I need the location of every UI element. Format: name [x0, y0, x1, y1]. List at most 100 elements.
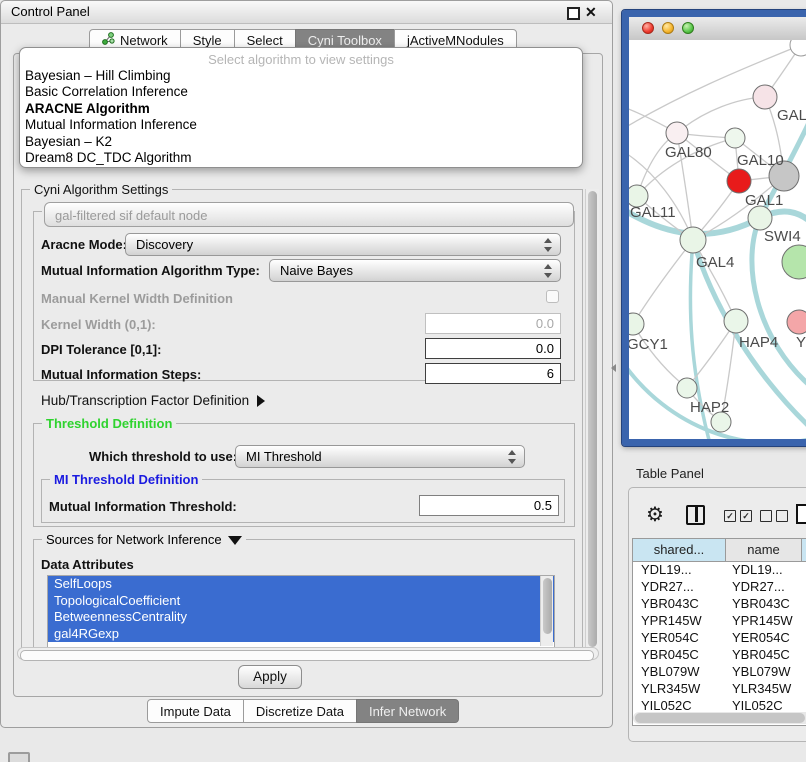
- table-hscroll-thumb[interactable]: [635, 713, 805, 723]
- settings-hscroll-thumb[interactable]: [20, 650, 594, 661]
- table-row[interactable]: YPR145W YPR145W 9.: [633, 612, 806, 629]
- mi-steps-field[interactable]: 6: [425, 363, 561, 384]
- node-gal4[interactable]: [680, 227, 706, 253]
- control-panel-title: Control Panel: [11, 1, 90, 23]
- table-row[interactable]: YBL079W YBL079W: [633, 663, 806, 680]
- column-header-shared-name[interactable]: shared...: [633, 539, 726, 561]
- table-rows: YDL19... YDL19... 13 YDR27... YDR27... 1…: [633, 561, 806, 713]
- network-window-titlebar: [629, 17, 806, 41]
- zoom-traffic-light[interactable]: [682, 22, 694, 34]
- table-row[interactable]: YBR043C YBR043C: [633, 595, 806, 612]
- document-icon[interactable]: [796, 504, 806, 524]
- node-hap2[interactable]: [677, 378, 697, 398]
- tab-infer-network[interactable]: Infer Network: [356, 699, 459, 723]
- node-gal10[interactable]: [725, 128, 745, 148]
- node-label: HAP4: [739, 334, 778, 351]
- table-row[interactable]: YDR27... YDR27... 12: [633, 578, 806, 595]
- cell-name: YDL19...: [726, 561, 802, 578]
- settings-vscroll-thumb[interactable]: [588, 191, 597, 647]
- cell-shared: YDL19...: [633, 561, 726, 578]
- data-attributes-label: Data Attributes: [41, 557, 134, 572]
- attributes-vscroll-thumb[interactable]: [543, 578, 552, 634]
- which-threshold-value: MI Threshold: [246, 446, 322, 467]
- attribute-item[interactable]: SelfLoops: [48, 576, 554, 593]
- network-canvas[interactable]: GAL GAL80 GAL10 GAL1 GAL11 SWI4 GAL4 GCY…: [629, 40, 806, 439]
- mi-type-combo[interactable]: Naive Bayes: [269, 259, 561, 282]
- dpi-tolerance-field[interactable]: 0.0: [425, 338, 561, 359]
- node-label: Y: [796, 334, 806, 351]
- bottom-tabstrip: Impute Data Discretize Data Infer Networ…: [147, 699, 459, 723]
- node-gal80[interactable]: [666, 122, 688, 144]
- mi-threshold-field[interactable]: 0.5: [419, 495, 559, 516]
- table-row[interactable]: YER054C YER054C 8.: [633, 629, 806, 646]
- network-view-window: GAL GAL80 GAL10 GAL1 GAL11 SWI4 GAL4 GCY…: [622, 10, 806, 446]
- table-horizontal-scrollbar[interactable]: [633, 712, 806, 724]
- mi-threshold-label: Mutual Information Threshold:: [49, 499, 237, 514]
- mi-steps-label: Mutual Information Steps:: [41, 367, 201, 382]
- node-hap4[interactable]: [724, 309, 748, 333]
- settings-horizontal-scrollbar[interactable]: [17, 647, 599, 660]
- tab-impute-data[interactable]: Impute Data: [147, 699, 244, 723]
- close-traffic-light[interactable]: [642, 22, 654, 34]
- cell-value: 8.: [802, 629, 806, 646]
- float-window-icon[interactable]: [567, 7, 580, 20]
- cell-name: YBR045C: [726, 646, 802, 663]
- algorithm-option-selected[interactable]: ARACNE Algorithm: [20, 101, 582, 117]
- table-row[interactable]: YIL052C YIL052C 8: [633, 697, 806, 713]
- which-threshold-label: Which threshold to use:: [89, 449, 237, 464]
- mi-type-label: Mutual Information Algorithm Type:: [41, 263, 260, 278]
- attributes-vertical-scrollbar[interactable]: [540, 576, 553, 646]
- which-threshold-combo[interactable]: MI Threshold: [235, 445, 525, 468]
- node[interactable]: [790, 40, 806, 56]
- minimize-traffic-light[interactable]: [662, 22, 674, 34]
- node-label: SWI4: [764, 228, 801, 245]
- combo-spinner-icon: [544, 238, 552, 252]
- tab-discretize-data[interactable]: Discretize Data: [243, 699, 357, 723]
- select-all-checks-icon[interactable]: ✓✓: [724, 510, 756, 528]
- tab-discretize-data-label: Discretize Data: [256, 701, 344, 722]
- node-label: GCY1: [629, 336, 668, 353]
- panel-divider-arrow[interactable]: [611, 364, 616, 372]
- table-row[interactable]: YDL19... YDL19... 13: [633, 561, 806, 578]
- close-icon[interactable]: ✕: [585, 3, 597, 21]
- combo-spinner-icon: [508, 450, 516, 464]
- node[interactable]: [782, 245, 806, 279]
- node-y[interactable]: [787, 310, 806, 334]
- column-header-name[interactable]: name: [726, 539, 802, 561]
- algorithm-option[interactable]: Mutual Information Inference: [20, 117, 582, 133]
- cell-value: 9.: [802, 680, 806, 697]
- table-header-row: shared... name A: [633, 539, 806, 562]
- table-row[interactable]: YLR345W YLR345W 9.: [633, 680, 806, 697]
- node-gal1[interactable]: [727, 169, 751, 193]
- sources-group-title[interactable]: Sources for Network Inference: [42, 532, 246, 547]
- settings-group-title: Cyni Algorithm Settings: [30, 182, 172, 197]
- attribute-item[interactable]: TopologicalCoefficient: [48, 593, 554, 610]
- algorithm-option[interactable]: Dream8 DC_TDC Algorithm: [20, 150, 582, 166]
- cell-value: [802, 663, 806, 680]
- node-gal[interactable]: [753, 85, 777, 109]
- manual-kernel-checkbox[interactable]: [546, 290, 559, 303]
- settings-vertical-scrollbar[interactable]: [585, 189, 599, 651]
- kernel-width-field[interactable]: 0.0: [425, 313, 561, 334]
- attribute-item[interactable]: gal4RGexp: [48, 626, 554, 643]
- aracne-mode-combo[interactable]: Discovery: [125, 233, 561, 256]
- mi-type-value: Naive Bayes: [280, 260, 353, 281]
- deselect-all-checks-icon[interactable]: [760, 510, 792, 528]
- attribute-item[interactable]: BetweennessCentrality: [48, 609, 554, 626]
- apply-button[interactable]: Apply: [238, 665, 302, 689]
- table-settings-gear-icon[interactable]: ⚙: [646, 504, 664, 526]
- node-gcy1[interactable]: [629, 313, 644, 335]
- node-swi4[interactable]: [748, 206, 772, 230]
- algorithm-option[interactable]: Bayesian – Hill Climbing: [20, 68, 582, 84]
- table-row[interactable]: YBR045C YBR045C 9.: [633, 646, 806, 663]
- columns-icon[interactable]: [686, 505, 705, 525]
- mi-threshold-group-title: MI Threshold Definition: [50, 472, 202, 487]
- column-header-partial[interactable]: A: [802, 539, 806, 561]
- unchecked-box-icon: [760, 510, 772, 522]
- combo-spinner-icon: [544, 264, 552, 278]
- algorithm-option[interactable]: Basic Correlation Inference: [20, 84, 582, 100]
- algorithm-option[interactable]: Bayesian – K2: [20, 134, 582, 150]
- hub-definition-disclosure[interactable]: Hub/Transcription Factor Definition: [41, 393, 265, 408]
- network-source-combo[interactable]: gal-filtered sif default node: [44, 202, 574, 227]
- collapsed-panel-icon[interactable]: [8, 752, 30, 762]
